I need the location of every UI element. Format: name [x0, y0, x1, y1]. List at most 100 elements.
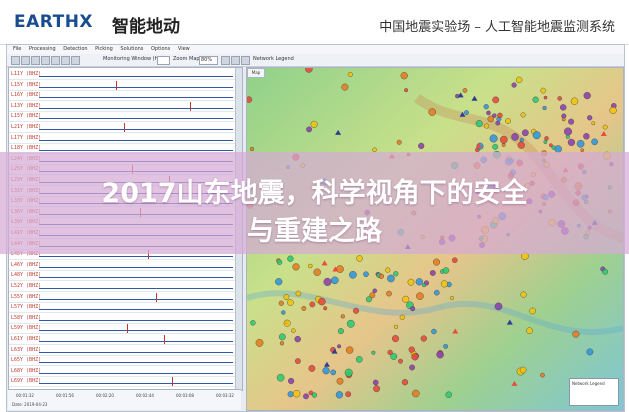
earthquake-marker[interactable]	[306, 126, 312, 133]
earthquake-marker[interactable]	[442, 267, 450, 274]
earthquake-marker[interactable]	[349, 270, 357, 279]
earthquake-marker[interactable]	[475, 120, 483, 128]
earthquake-marker[interactable]	[372, 379, 379, 386]
earthquake-marker[interactable]	[283, 319, 291, 327]
earthquake-marker[interactable]	[279, 341, 285, 346]
earthquake-marker[interactable]	[407, 278, 415, 286]
earthquake-marker[interactable]	[323, 277, 332, 286]
monitoring-window-input[interactable]	[157, 56, 170, 65]
menu-detection[interactable]: Detection	[63, 45, 87, 54]
earthquake-marker[interactable]	[336, 377, 344, 385]
earthquake-marker[interactable]	[347, 71, 353, 77]
earthquake-marker[interactable]	[602, 124, 608, 130]
earthquake-marker[interactable]	[386, 290, 392, 297]
earthquake-marker[interactable]	[576, 140, 585, 148]
earthquake-marker[interactable]	[511, 133, 519, 141]
earthquake-marker[interactable]	[421, 283, 426, 288]
earthquake-marker[interactable]	[520, 291, 527, 298]
waveform-channel[interactable]: L69Y (BHZ)	[9, 377, 235, 388]
open-icon[interactable]	[11, 56, 20, 65]
earthquake-marker[interactable]	[418, 142, 425, 150]
earthquake-marker[interactable]	[322, 367, 330, 375]
earthquake-marker[interactable]	[294, 335, 301, 343]
earthquake-marker[interactable]	[542, 105, 547, 111]
earthquake-marker[interactable]	[372, 288, 378, 294]
earthquake-marker[interactable]	[572, 330, 580, 338]
menu-view[interactable]: View	[178, 45, 190, 54]
earthquake-marker[interactable]	[283, 294, 290, 301]
waveform-channel[interactable]: L17Y (BHZ)	[9, 134, 235, 144]
earthquake-marker[interactable]	[356, 255, 363, 262]
earthquake-marker[interactable]	[583, 92, 591, 100]
waveform-channel[interactable]: L52Y (BHZ)	[9, 282, 235, 292]
earthquake-marker[interactable]	[557, 96, 563, 101]
earthquake-marker[interactable]	[420, 335, 427, 342]
earthquake-marker[interactable]	[436, 351, 444, 359]
earthquake-marker[interactable]	[363, 271, 369, 277]
earthquake-marker[interactable]	[517, 141, 525, 149]
earthquake-marker[interactable]	[570, 97, 579, 105]
earthquake-marker[interactable]	[516, 76, 523, 84]
earthquake-marker[interactable]	[440, 280, 448, 288]
earthquake-marker[interactable]	[393, 271, 399, 277]
earthquake-marker[interactable]	[295, 358, 301, 364]
earthquake-marker[interactable]	[396, 139, 402, 145]
menu-processing[interactable]: Processing	[29, 45, 56, 54]
earthquake-marker[interactable]	[400, 72, 408, 80]
earthquake-marker[interactable]	[486, 110, 491, 116]
settings-icon[interactable]	[231, 56, 240, 65]
earthquake-marker[interactable]	[492, 143, 499, 150]
earthquake-marker[interactable]	[540, 372, 545, 378]
filter-icon[interactable]	[71, 56, 80, 65]
earthquake-marker[interactable]	[462, 88, 468, 93]
earthquake-marker[interactable]	[336, 265, 344, 273]
earthquake-marker[interactable]	[445, 391, 452, 398]
earthquake-marker[interactable]	[281, 310, 286, 315]
waveform-channel[interactable]: L61Y (BHZ)	[9, 335, 235, 345]
earthquake-marker[interactable]	[275, 278, 283, 286]
menu-options[interactable]: Options	[151, 45, 170, 54]
earthquake-marker[interactable]	[543, 140, 548, 144]
earthquake-marker[interactable]	[331, 276, 339, 285]
earthquake-marker[interactable]	[494, 302, 503, 311]
earthquake-marker[interactable]	[373, 385, 381, 393]
earthquake-marker[interactable]	[340, 314, 345, 319]
earthquake-marker[interactable]	[337, 344, 342, 349]
earthquake-marker[interactable]	[303, 393, 309, 400]
waveform-channel[interactable]: L11Y (BHZ)	[9, 70, 235, 80]
earthquake-marker[interactable]	[287, 299, 294, 306]
waveform-channel[interactable]: L21Y (BHZ)	[9, 123, 235, 133]
earthquake-marker[interactable]	[250, 320, 256, 326]
earthquake-marker[interactable]	[287, 377, 295, 385]
earthquake-marker[interactable]	[291, 328, 296, 334]
earthquake-marker[interactable]	[529, 307, 536, 315]
earthquake-marker[interactable]	[451, 257, 458, 263]
earthquake-marker[interactable]	[443, 343, 449, 349]
layers-icon[interactable]	[241, 56, 250, 65]
earthquake-marker[interactable]	[568, 118, 575, 125]
earthquake-marker[interactable]	[519, 137, 524, 143]
earthquake-marker[interactable]	[520, 112, 526, 118]
earthquake-marker[interactable]	[567, 138, 576, 147]
earthquake-marker[interactable]	[323, 306, 328, 311]
earthquake-marker[interactable]	[501, 143, 506, 147]
waveform-channel[interactable]: L58Y (BHZ)	[9, 314, 235, 324]
earthquake-marker[interactable]	[287, 391, 294, 398]
earthquake-marker[interactable]	[308, 364, 316, 372]
earthquake-marker[interactable]	[249, 146, 255, 152]
earthquake-marker[interactable]	[356, 356, 363, 363]
earthquake-marker[interactable]	[292, 390, 301, 398]
earthquake-marker[interactable]	[526, 327, 533, 335]
earthquake-marker[interactable]	[483, 104, 489, 110]
earthquake-marker[interactable]	[409, 364, 416, 371]
earthquake-marker[interactable]	[492, 96, 500, 104]
earthquake-marker[interactable]	[371, 350, 376, 355]
earthquake-marker[interactable]	[278, 300, 284, 306]
earthquake-marker[interactable]	[464, 110, 469, 115]
earthquake-marker[interactable]	[318, 297, 326, 306]
earthquake-marker[interactable]	[391, 335, 399, 343]
earthquake-marker[interactable]	[511, 82, 517, 88]
earthquake-marker[interactable]	[433, 289, 440, 296]
earthquake-marker[interactable]	[505, 118, 511, 124]
earthquake-marker[interactable]	[565, 134, 570, 139]
